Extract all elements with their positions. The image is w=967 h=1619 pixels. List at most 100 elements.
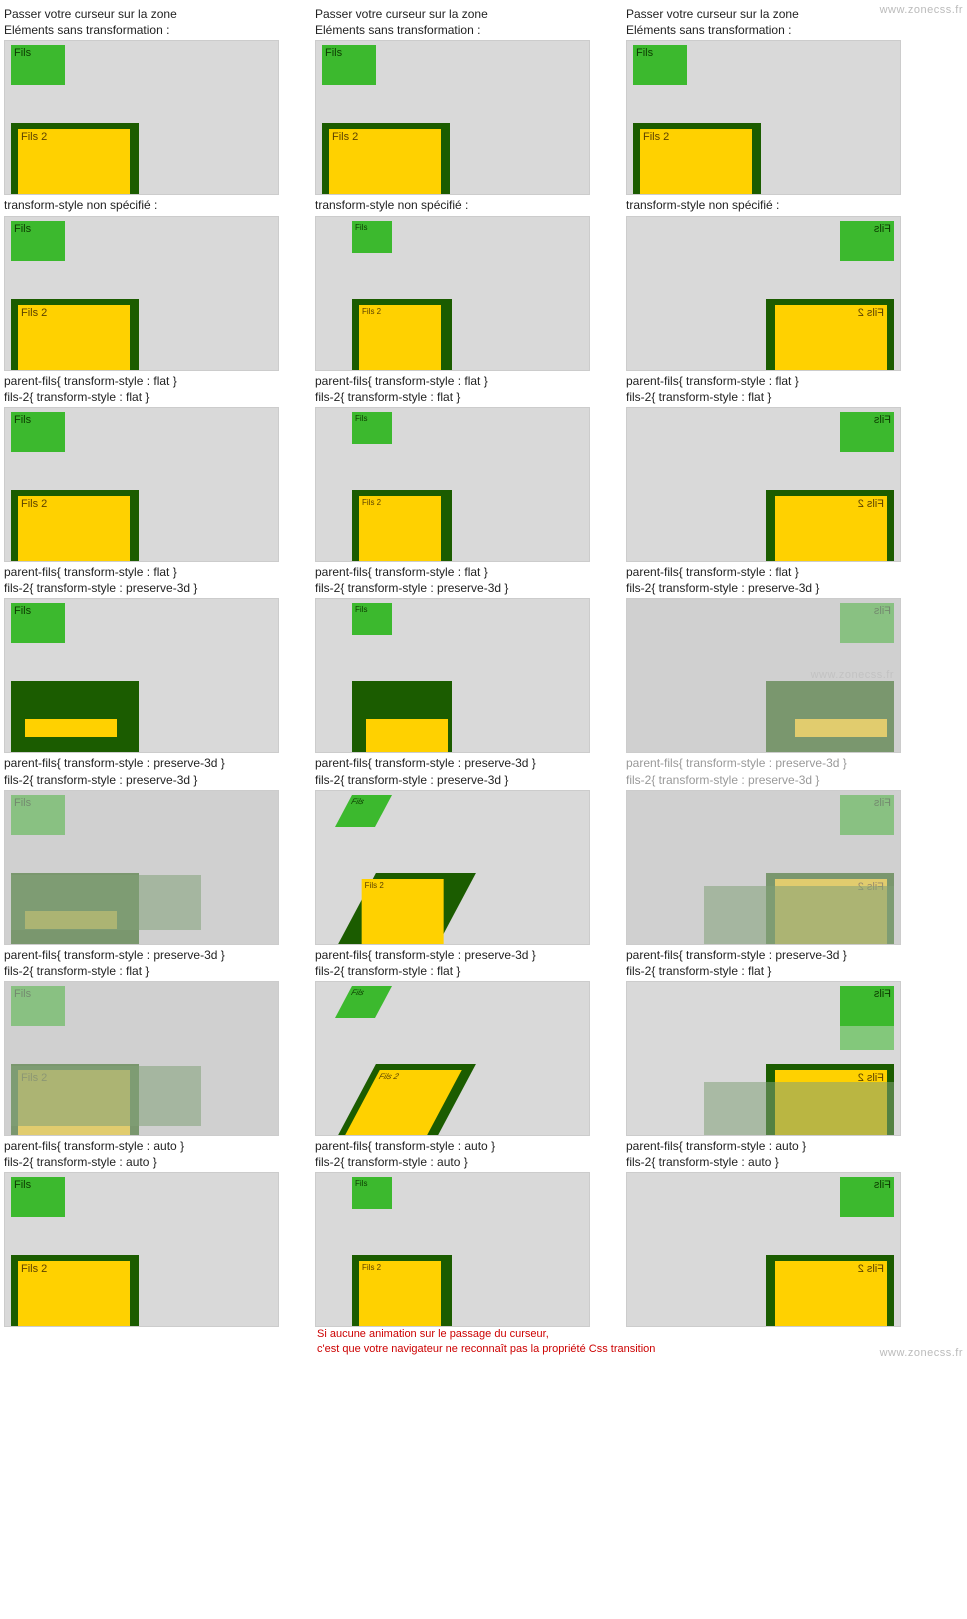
demo-heading: parent-fils{ transform-style : flat }fil…: [626, 564, 916, 596]
fils-box: Fils: [840, 221, 894, 261]
fils2-box: Fils 2: [352, 299, 452, 371]
demo-row: parent-fils{ transform-style : flat }fil…: [4, 562, 963, 753]
demo-col: parent-fils{ transform-style : flat }fil…: [626, 562, 916, 753]
demo-col: Passer votre curseur sur la zoneEléments…: [315, 4, 605, 195]
overlay: [704, 1082, 894, 1136]
demo-col: Passer votre curseur sur la zoneEléments…: [4, 4, 294, 195]
demo-col: parent-fils{ transform-style : auto }fil…: [315, 1136, 605, 1327]
warning-text: Si aucune animation sur le passage du cu…: [317, 1327, 963, 1357]
fils2-inner: Fils 2: [359, 305, 441, 371]
fils2-box: [766, 681, 894, 753]
demo-col: parent-fils{ transform-style : flat }fil…: [315, 562, 605, 753]
fils-box: Fils: [11, 412, 65, 452]
fils-box: Fils: [11, 986, 65, 1026]
demo-stage[interactable]: Fils Fils 2: [315, 981, 590, 1136]
demo-col: parent-fils{ transform-style : flat }fil…: [4, 562, 294, 753]
fils-box: Fils: [322, 45, 376, 85]
fils2-inner: [795, 719, 887, 737]
fils2-box: Fils 2: [352, 1255, 452, 1327]
demo-col: parent-fils{ transform-style : preserve-…: [4, 945, 294, 1136]
fils2-inner: Fils 2: [775, 305, 887, 371]
fils2-inner: Fils 2: [359, 1261, 441, 1327]
page-wrapper: { "watermarks":["www.zonecss.fr","www.zo…: [0, 0, 967, 1361]
demo-grid: Passer votre curseur sur la zoneEléments…: [4, 4, 963, 1327]
fils2-inner: Fils 2: [18, 496, 130, 562]
demo-heading: parent-fils{ transform-style : preserve-…: [4, 947, 294, 979]
demo-stage[interactable]: FilsFils 2: [626, 981, 901, 1136]
fils2-box: [11, 681, 139, 753]
demo-col: parent-fils{ transform-style : preserve-…: [626, 753, 916, 944]
fils-box: Fils: [352, 412, 392, 444]
demo-row: transform-style non spécifié : Fils Fils 2…: [4, 195, 963, 370]
fils-box: Fils: [11, 1177, 65, 1217]
demo-heading: parent-fils{ transform-style : auto }fil…: [626, 1138, 916, 1170]
fils2-inner: Fils 2: [359, 496, 441, 562]
demo-col: Passer votre curseur sur la zoneEléments…: [626, 4, 916, 195]
demo-heading: Passer votre curseur sur la zoneEléments…: [626, 6, 916, 38]
demo-row: Passer votre curseur sur la zoneEléments…: [4, 4, 963, 195]
demo-stage[interactable]: Fils Fils 2: [626, 407, 901, 562]
demo-heading: parent-fils{ transform-style : auto }fil…: [315, 1138, 605, 1170]
overlay: [11, 875, 201, 930]
fils2-inner: Fils 2: [344, 1070, 462, 1136]
fils2-box: Fils 2: [766, 490, 894, 562]
fils-box: Fils: [11, 795, 65, 835]
demo-col: parent-fils{ transform-style : preserve-…: [315, 945, 605, 1136]
demo-row: parent-fils{ transform-style : auto }fil…: [4, 1136, 963, 1327]
demo-stage[interactable]: Fils Fils 2: [4, 216, 279, 371]
demo-stage[interactable]: Fils Fils 2: [315, 40, 590, 195]
demo-heading: Passer votre curseur sur la zoneEléments…: [4, 6, 294, 38]
fils-box: Fils: [11, 45, 65, 85]
demo-heading: parent-fils{ transform-style : flat }fil…: [315, 373, 605, 405]
demo-heading: transform-style non spécifié :: [315, 197, 605, 213]
demo-col: parent-fils{ transform-style : flat }fil…: [626, 371, 916, 562]
fils-ghost: [840, 1010, 894, 1050]
demo-row: parent-fils{ transform-style : preserve-…: [4, 945, 963, 1136]
fils-box: Fils: [335, 986, 392, 1018]
fils2-inner: Fils 2: [329, 129, 441, 195]
demo-stage[interactable]: Fils Fils 2: [315, 216, 590, 371]
fils-box: Fils: [840, 795, 894, 835]
demo-stage[interactable]: Fils Fils 2: [626, 216, 901, 371]
fils2-inner: Fils 2: [362, 879, 444, 945]
demo-heading: parent-fils{ transform-style : preserve-…: [315, 755, 605, 787]
demo-stage[interactable]: FilsFils 2: [626, 40, 901, 195]
demo-stage[interactable]: FilsFils 2: [4, 40, 279, 195]
fils-box: Fils: [11, 221, 65, 261]
demo-stage[interactable]: Filswww.zonecss.fr: [626, 598, 901, 753]
demo-stage[interactable]: FilsFils 2: [4, 981, 279, 1136]
overlay: [11, 1066, 201, 1126]
watermark-inline: www.zonecss.fr: [811, 669, 894, 681]
demo-heading: parent-fils{ transform-style : preserve-…: [626, 947, 916, 979]
fils2-box: Fils 2: [766, 1255, 894, 1327]
fils2-inner: [25, 719, 117, 737]
fils2-box: Fils 2: [766, 299, 894, 371]
fils2-box: Fils 2: [11, 299, 139, 371]
demo-stage[interactable]: FilsFils 2: [626, 790, 901, 945]
demo-heading: parent-fils{ transform-style : preserve-…: [626, 755, 916, 787]
demo-stage[interactable]: FilsFils 2: [626, 1172, 901, 1327]
demo-stage[interactable]: Fils: [4, 598, 279, 753]
demo-stage[interactable]: Fils Fils 2: [4, 407, 279, 562]
fils-box: Fils: [11, 603, 65, 643]
demo-stage[interactable]: Fils: [4, 790, 279, 945]
fils-box: Fils: [633, 45, 687, 85]
overlay: [704, 886, 894, 945]
demo-heading: parent-fils{ transform-style : flat }fil…: [4, 564, 294, 596]
demo-col: parent-fils{ transform-style : auto }fil…: [4, 1136, 294, 1327]
fils-box: Fils: [335, 795, 392, 827]
demo-stage[interactable]: Fils: [315, 598, 590, 753]
demo-col: parent-fils{ transform-style : preserve-…: [4, 753, 294, 944]
demo-col: parent-fils{ transform-style : flat }fil…: [4, 371, 294, 562]
demo-stage[interactable]: FilsFils 2: [315, 1172, 590, 1327]
demo-stage[interactable]: FilsFils 2: [4, 1172, 279, 1327]
demo-heading: parent-fils{ transform-style : flat }fil…: [626, 373, 916, 405]
fils-box: Fils: [840, 412, 894, 452]
fils2-box: Fils 2: [352, 490, 452, 562]
demo-col: parent-fils{ transform-style : preserve-…: [315, 753, 605, 944]
fils-box: Fils: [352, 603, 392, 635]
demo-stage[interactable]: Fils Fils 2: [315, 790, 590, 945]
demo-stage[interactable]: Fils Fils 2: [315, 407, 590, 562]
demo-col: parent-fils{ transform-style : flat }fil…: [315, 371, 605, 562]
fils-box: Fils: [352, 221, 392, 253]
